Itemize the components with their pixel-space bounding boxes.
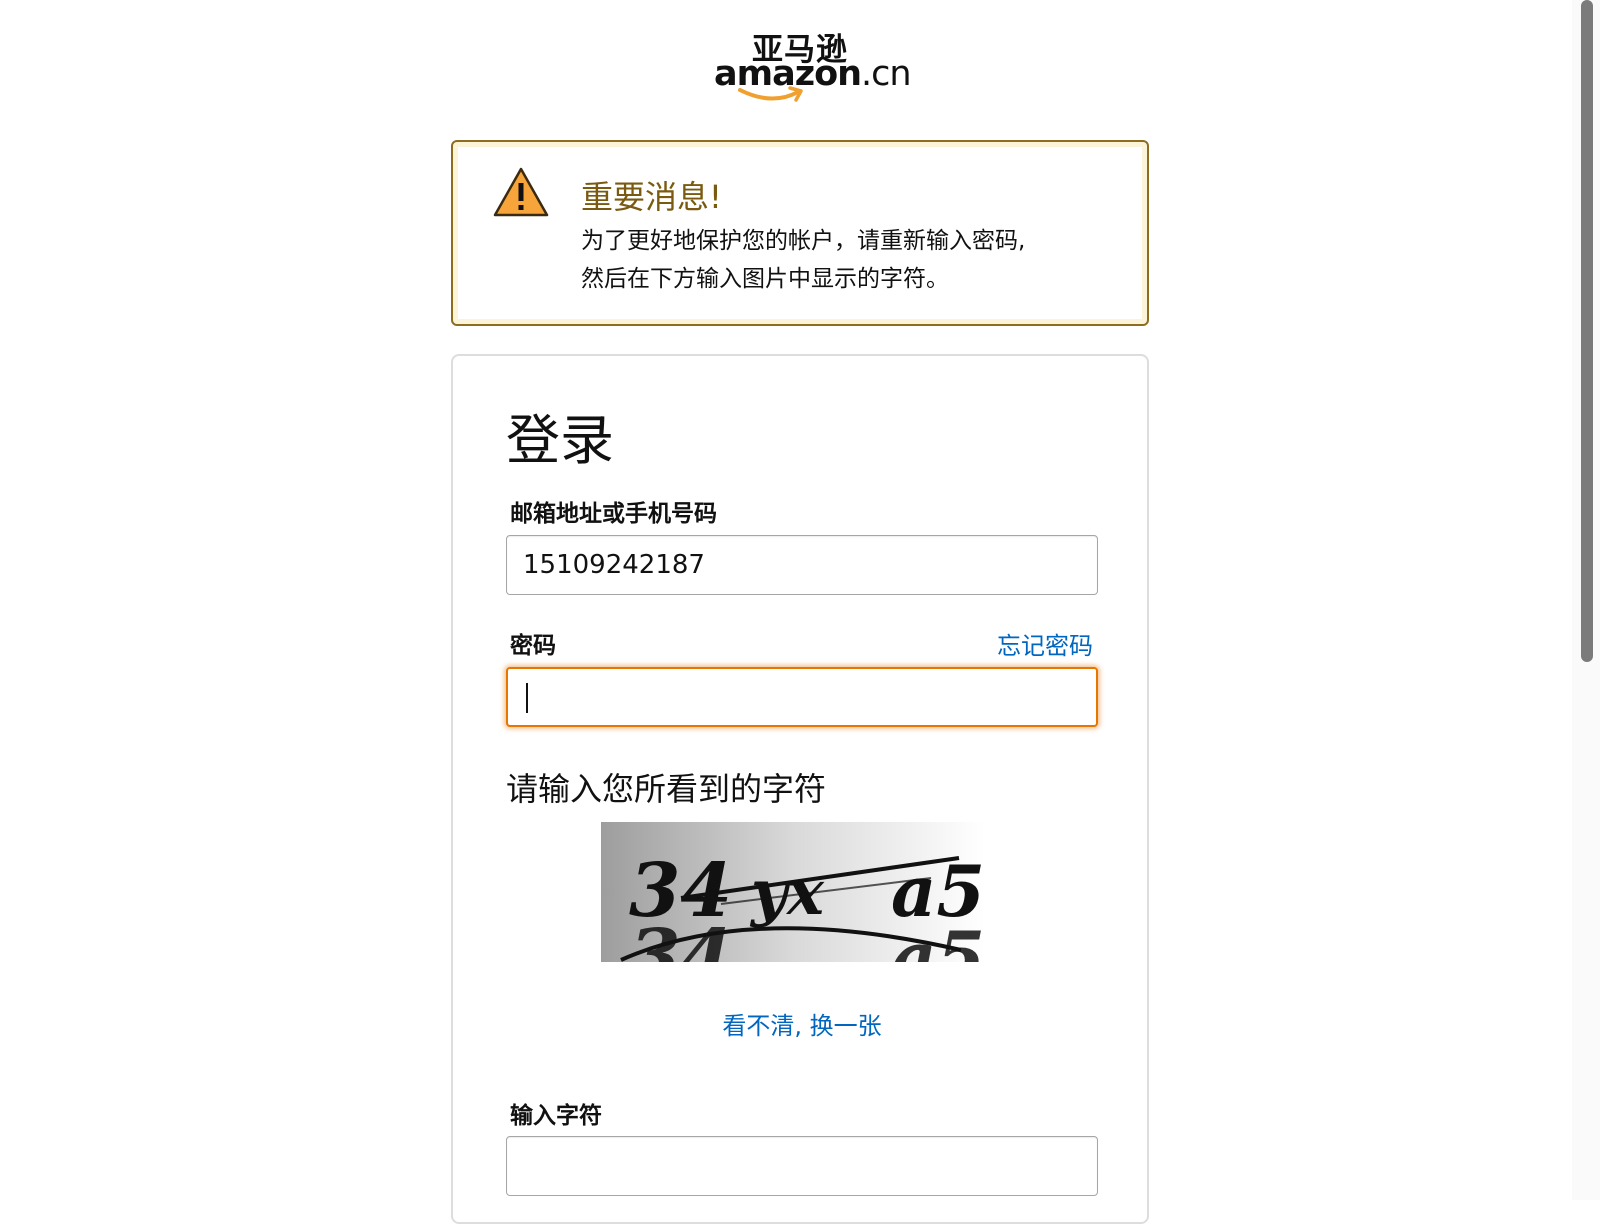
captcha-input-label: 输入字符 xyxy=(510,1103,602,1129)
email-phone-input[interactable] xyxy=(506,535,1098,595)
scrollbar-thumb[interactable] xyxy=(1581,0,1593,662)
forgot-password-link[interactable]: 忘记密码 xyxy=(997,626,1093,661)
refresh-captcha-link[interactable]: 看不清, 换一张 xyxy=(722,1012,881,1040)
page-scrollbar[interactable] xyxy=(1572,0,1600,1200)
page-title: 登录 xyxy=(506,409,614,472)
signin-card: 登录 邮箱地址或手机号码 密码 忘记密码 请输入您所看到的字符 34 yx a5… xyxy=(451,354,1149,1224)
amazon-cn-logo[interactable]: 亚马逊 amazon.cn xyxy=(712,24,912,106)
important-message-alert: 重要消息! 为了更好地保护您的帐户，请重新输入密码, 然后在下方输入图片中显示的… xyxy=(451,140,1149,326)
password-label: 密码 xyxy=(510,633,556,659)
captcha-input[interactable] xyxy=(506,1136,1098,1196)
refresh-captcha-container: 看不清, 换一张 xyxy=(453,1006,1151,1041)
password-input[interactable] xyxy=(506,667,1098,727)
warning-triangle-icon xyxy=(493,167,549,217)
logo-tld: .cn xyxy=(861,54,912,94)
email-label: 邮箱地址或手机号码 xyxy=(510,501,717,527)
alert-message: 为了更好地保护您的帐户，请重新输入密码, 然后在下方输入图片中显示的字符。 xyxy=(581,222,1101,298)
alert-message-line-2: 然后在下方输入图片中显示的字符。 xyxy=(581,266,949,292)
text-caret xyxy=(526,683,528,713)
alert-title: 重要消息! xyxy=(581,178,722,216)
captcha-heading: 请输入您所看到的字符 xyxy=(506,770,827,808)
alert-message-line-1: 为了更好地保护您的帐户，请重新输入密码, xyxy=(581,228,1026,254)
captcha-image: 34 yx a5 34 a5 xyxy=(601,822,985,962)
amazon-smile-icon xyxy=(738,86,803,102)
